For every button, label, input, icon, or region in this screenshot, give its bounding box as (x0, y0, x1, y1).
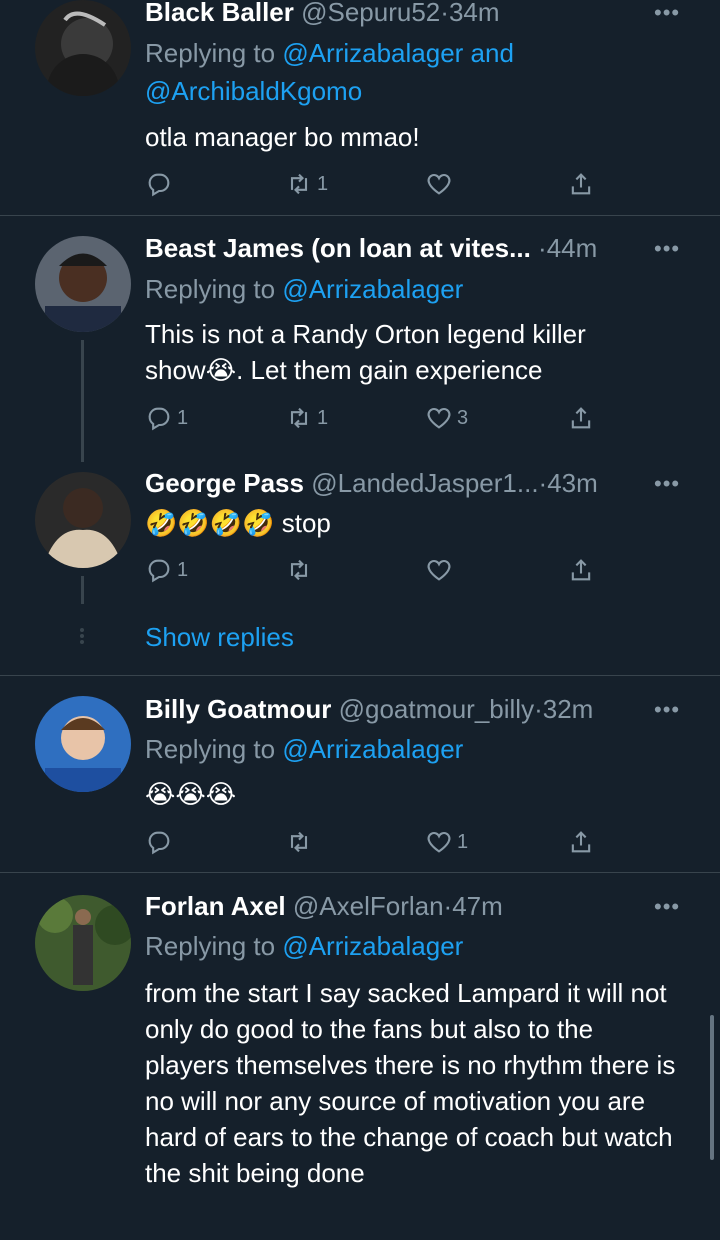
share-icon (571, 407, 591, 429)
share-button[interactable] (567, 167, 595, 201)
tweet-actions: 1 (145, 167, 615, 201)
tweet-text: otla manager bo mmao! (145, 122, 420, 152)
timestamp[interactable]: 34m (449, 0, 500, 27)
avatar[interactable] (35, 696, 131, 792)
retweet-button[interactable] (285, 825, 317, 859)
retweet-button[interactable] (285, 553, 317, 587)
more-icon[interactable]: ••• (654, 473, 682, 495)
reply-button[interactable]: 1 (145, 553, 188, 587)
retweet-icon (290, 559, 308, 581)
tweet-text: from the start I say sacked Lampard it w… (145, 978, 676, 1188)
timestamp[interactable]: 44m (547, 233, 598, 263)
more-icon[interactable]: ••• (654, 2, 682, 24)
timestamp[interactable]: 47m (452, 891, 503, 921)
tweet-beast-james[interactable]: Beast James (on loan at vites... ·44m ••… (0, 216, 720, 456)
mention-link[interactable]: @Arrizabalager (282, 274, 463, 304)
retweet-button[interactable]: 1 (285, 401, 328, 435)
like-button[interactable]: 1 (425, 825, 468, 859)
tweet-text: 🤣🤣🤣🤣 stop (145, 508, 331, 538)
like-icon (427, 173, 451, 195)
more-icon[interactable]: ••• (654, 238, 682, 260)
show-replies-link[interactable]: Show replies (145, 622, 294, 653)
display-name[interactable]: George Pass (145, 468, 304, 498)
user-handle[interactable]: @goatmour_billy (339, 694, 534, 724)
display-name[interactable]: Forlan Axel (145, 891, 286, 921)
reply-icon (148, 173, 170, 197)
tweet-actions: 1 1 3 (145, 401, 615, 435)
timestamp[interactable]: 43m (547, 468, 598, 498)
tweet-actions: 1 (145, 825, 615, 859)
like-icon (427, 407, 451, 429)
share-button[interactable] (567, 553, 595, 587)
replying-to: Replying to @Arrizabalager and @Archibal… (145, 38, 514, 106)
tweet-text: 😭😭😭 (145, 779, 237, 809)
share-icon (571, 173, 591, 195)
tweet-header: Beast James (on loan at vites... ·44m (145, 233, 598, 263)
mention-link[interactable]: @Arrizabalager (282, 734, 463, 764)
display-name[interactable]: Black Baller (145, 0, 294, 27)
user-handle[interactable]: @LandedJasper1... (311, 468, 538, 498)
tweet-actions: 1 (145, 553, 615, 587)
retweet-icon (290, 407, 308, 429)
display-name[interactable]: Billy Goatmour (145, 694, 331, 724)
replying-to: Replying to @Arrizabalager (145, 274, 464, 304)
user-handle[interactable]: @Sepuru52 (301, 0, 440, 27)
tweet-forlan-axel[interactable]: Forlan Axel @AxelForlan·47m ••• Replying… (0, 873, 720, 1240)
share-button[interactable] (567, 401, 595, 435)
replying-to: Replying to @Arrizabalager (145, 931, 464, 961)
tweet-george-pass[interactable]: George Pass @LandedJasper1...·43m ••• 🤣🤣… (0, 455, 720, 675)
tweet-header: George Pass @LandedJasper1...·43m (145, 468, 598, 498)
like-button[interactable] (425, 167, 457, 201)
tweet-header: Forlan Axel @AxelForlan·47m (145, 891, 503, 921)
retweet-button[interactable]: 1 (285, 167, 328, 201)
retweet-icon (290, 173, 308, 195)
more-icon[interactable]: ••• (654, 896, 682, 918)
tweet-header: Black Baller @Sepuru52·34m (145, 0, 658, 28)
retweet-icon (290, 831, 308, 853)
like-icon (427, 559, 451, 581)
more-icon[interactable]: ••• (654, 699, 682, 721)
reply-icon (148, 831, 170, 855)
mention-link[interactable]: @Arrizabalager (282, 931, 463, 961)
display-name[interactable]: Beast James (on loan at vites... (145, 233, 531, 263)
like-button[interactable]: 3 (425, 401, 468, 435)
tweet-billy-goatmour[interactable]: Billy Goatmour @goatmour_billy·32m ••• R… (0, 676, 720, 872)
tweet-text: This is not a Randy Orton legend killer … (145, 319, 586, 385)
share-icon (571, 831, 591, 853)
reply-icon (148, 407, 170, 431)
user-handle[interactable]: @AxelForlan (293, 891, 444, 921)
like-button[interactable] (425, 553, 457, 587)
share-icon (571, 559, 591, 581)
reply-button[interactable] (145, 825, 177, 859)
reply-icon (148, 559, 170, 583)
tweet-header: Billy Goatmour @goatmour_billy·32m (145, 694, 594, 724)
reply-button[interactable] (145, 167, 177, 201)
share-button[interactable] (567, 825, 595, 859)
thread-connector (81, 340, 84, 462)
like-icon (427, 831, 451, 853)
scrollbar[interactable] (710, 1015, 714, 1160)
thread-connector (81, 576, 84, 604)
thread-dots (79, 626, 85, 646)
avatar[interactable] (35, 895, 131, 991)
avatar[interactable] (35, 236, 131, 332)
avatar[interactable] (35, 0, 131, 96)
avatar[interactable] (35, 472, 131, 568)
replying-to: Replying to @Arrizabalager (145, 734, 464, 764)
tweet-black-baller[interactable]: Black Baller @Sepuru52·34m ••• Replying … (0, 0, 720, 215)
reply-button[interactable]: 1 (145, 401, 188, 435)
timestamp[interactable]: 32m (543, 694, 594, 724)
